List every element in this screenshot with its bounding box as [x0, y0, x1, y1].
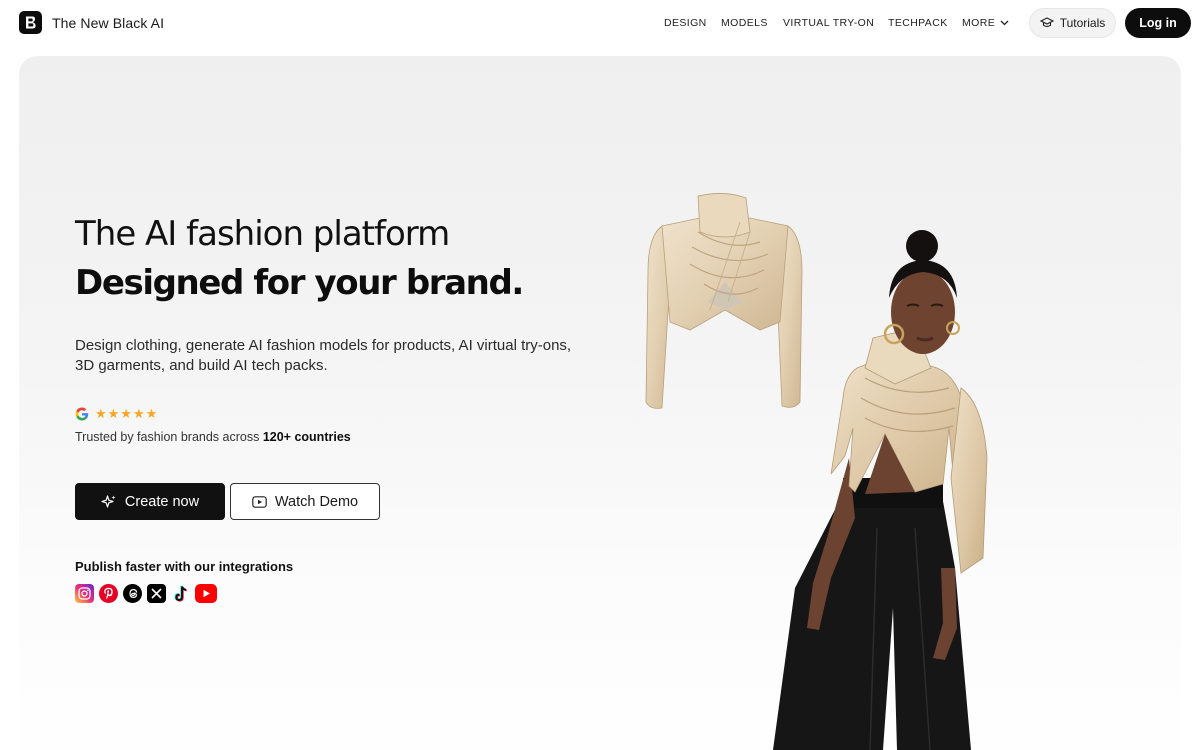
rating-stars: ★★★★★: [95, 406, 159, 421]
hero-lead: Design clothing, generate AI fashion mod…: [75, 337, 572, 374]
nav-more[interactable]: MORE: [962, 17, 1009, 29]
watch-demo-button[interactable]: Watch Demo: [230, 483, 380, 520]
youtube-icon[interactable]: [195, 584, 217, 603]
login-button[interactable]: Log in: [1125, 8, 1191, 38]
brand-logo[interactable]: The New Black AI: [19, 11, 164, 34]
x-icon[interactable]: [147, 584, 166, 603]
threads-icon[interactable]: [123, 584, 142, 603]
brand-logo-icon: [19, 11, 42, 34]
nav-models[interactable]: MODELS: [721, 17, 768, 29]
google-icon: [75, 407, 89, 421]
site-header: The New Black AI DESIGN MODELS VIRTUAL T…: [0, 0, 1200, 46]
tiktok-icon[interactable]: [171, 584, 190, 603]
hero-headline-bold: Designed for your brand.: [75, 263, 524, 303]
chevron-down-icon: [1000, 20, 1009, 26]
trusted-prefix: Trusted by fashion brands across: [75, 430, 263, 444]
integrations-title: Publish faster with our integrations: [75, 559, 294, 574]
trusted-text: Trusted by fashion brands across 120+ co…: [75, 430, 351, 444]
integrations-list: [75, 584, 217, 603]
tutorials-label: Tutorials: [1059, 16, 1106, 30]
play-video-icon: [252, 495, 267, 508]
nav-more-label: MORE: [962, 17, 996, 29]
nav-virtual-try-on[interactable]: VIRTUAL TRY-ON: [783, 17, 874, 29]
trusted-count: 120+ countries: [262, 430, 351, 444]
instagram-icon[interactable]: [75, 584, 94, 603]
graduation-cap-icon: [1039, 17, 1054, 27]
create-now-button[interactable]: Create now: [75, 483, 225, 520]
fashion-model-image: [773, 230, 988, 750]
sparkle-icon: [101, 494, 116, 508]
create-now-label: Create now: [124, 493, 200, 510]
pinterest-icon[interactable]: [99, 584, 118, 603]
tutorials-button[interactable]: Tutorials: [1029, 8, 1116, 38]
nav-techpack[interactable]: TECHPACK: [888, 17, 948, 29]
nav-design[interactable]: DESIGN: [664, 17, 707, 29]
google-rating: ★★★★★: [75, 406, 158, 422]
hero-headline-light: The AI fashion platform: [75, 214, 450, 254]
watch-demo-label: Watch Demo: [274, 493, 359, 510]
brand-name: The New Black AI: [52, 14, 165, 31]
